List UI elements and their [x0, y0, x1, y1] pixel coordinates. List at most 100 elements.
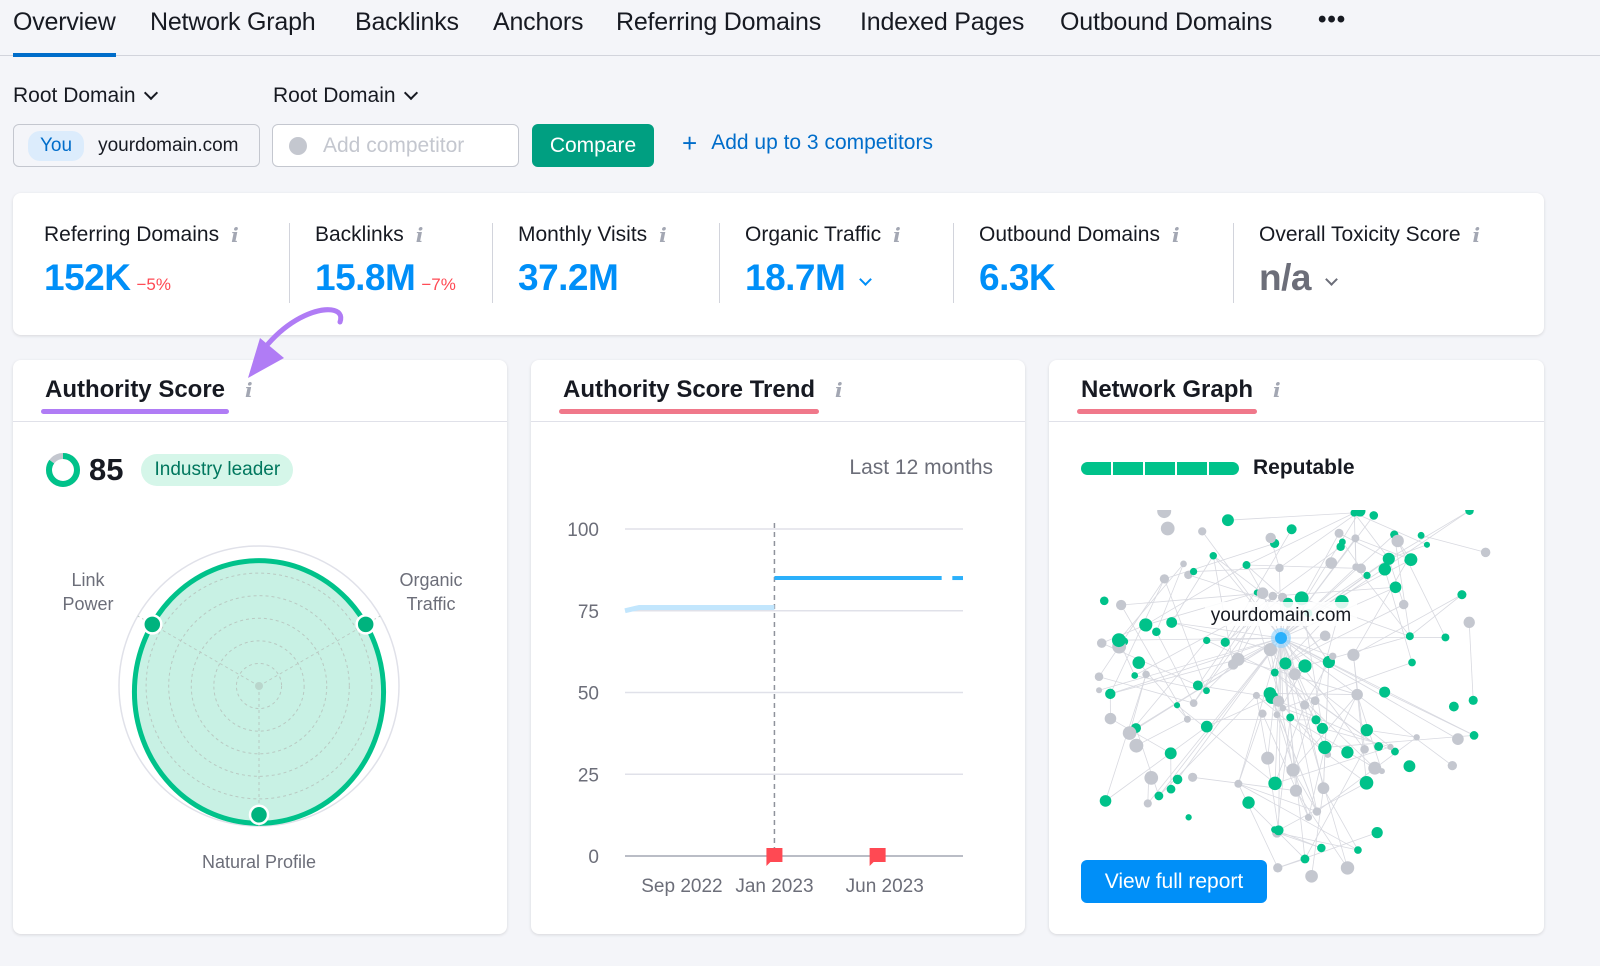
network-node-green	[1111, 633, 1126, 648]
flag-marker-icon	[869, 848, 886, 866]
view-full-report-button[interactable]: View full report	[1081, 860, 1267, 903]
network-node-green	[1378, 563, 1392, 576]
network-edge	[1246, 512, 1355, 566]
card-title: Authority Score Trend	[558, 376, 820, 414]
competitor-input[interactable]	[323, 133, 503, 158]
network-node-green	[1300, 854, 1310, 864]
network-edge	[1468, 622, 1474, 701]
tab-network-graph[interactable]: Network Graph	[150, 8, 316, 37]
info-icon[interactable]: i	[1172, 223, 1180, 247]
tab-overview[interactable]: Overview	[13, 8, 116, 57]
radar-label-natural-profile: Natural Profile	[201, 852, 317, 872]
network-node-green	[1369, 511, 1379, 520]
chevron-down-icon	[1325, 273, 1338, 286]
network-node-gray	[1304, 813, 1313, 821]
network-node-gray	[1258, 709, 1267, 718]
network-node-gray	[1116, 599, 1127, 611]
radar-point-organic-traffic	[355, 614, 376, 635]
network-node-gray	[1234, 779, 1243, 788]
tab-outbound-domains[interactable]: Outbound Domains	[1060, 8, 1272, 37]
network-node-green	[1242, 796, 1255, 809]
authority-trend-chart: 0 25 50 75 100 Sep 2022 Jan 2023 Jun 2023	[567, 520, 963, 897]
metric-delta: −5%	[136, 275, 171, 294]
organic-traffic-dropdown[interactable]: 18.7M	[745, 257, 901, 299]
info-icon[interactable]: i	[659, 223, 667, 247]
toxicity-dropdown[interactable]: n/a	[1259, 257, 1480, 299]
chevron-down-icon	[859, 273, 873, 286]
metric-label: Backlinks	[315, 223, 404, 246]
network-edge	[1237, 713, 1263, 784]
info-icon[interactable]: i	[416, 223, 424, 247]
your-domain-value: yourdomain.com	[98, 134, 239, 156]
more-tabs-icon[interactable]: •••	[1318, 6, 1346, 34]
tab-indexed-pages[interactable]: Indexed Pages	[860, 8, 1024, 37]
metric-value[interactable]: 6.3K	[979, 257, 1056, 299]
x-tick-label: Jan 2023	[735, 876, 813, 897]
network-edges	[1098, 510, 1486, 877]
chevron-down-icon	[143, 85, 158, 101]
network-node-green	[1311, 715, 1321, 725]
metric-backlinks: Backlinks i 15.8M −7%	[315, 223, 456, 299]
info-icon[interactable]: i	[893, 223, 901, 247]
network-node-green	[1316, 722, 1328, 734]
metric-value: n/a	[1259, 257, 1311, 298]
metric-value[interactable]: 37.2M	[518, 257, 619, 299]
add-competitors-link[interactable]: + Add up to 3 competitors	[682, 130, 933, 156]
network-node-green	[1189, 567, 1198, 576]
info-icon[interactable]: i	[231, 223, 239, 247]
network-node-gray	[1319, 630, 1331, 642]
label-line: Traffic	[406, 594, 456, 614]
network-node-gray	[1159, 574, 1170, 584]
info-icon[interactable]: i	[835, 378, 843, 402]
compare-button[interactable]: Compare	[532, 124, 654, 167]
network-node-gray	[1142, 670, 1150, 679]
network-node-gray	[1300, 700, 1310, 710]
you-badge: You	[28, 130, 85, 161]
network-node-gray	[1387, 743, 1394, 751]
network-node-green	[1099, 596, 1109, 606]
metric-label: Monthly Visits	[518, 223, 648, 246]
network-node-green	[1221, 514, 1234, 527]
tab-backlinks[interactable]: Backlinks	[355, 8, 459, 37]
tab-anchors[interactable]: Anchors	[493, 8, 584, 37]
metric-value[interactable]: 152K	[44, 257, 131, 299]
network-node-green	[1363, 571, 1371, 580]
your-domain-field[interactable]: You yourdomain.com	[13, 124, 260, 167]
info-icon[interactable]: i	[1273, 378, 1281, 402]
metric-value[interactable]: 15.8M	[315, 257, 416, 299]
network-graph-visual[interactable]: yourdomain.com	[1049, 510, 1544, 900]
network-edge	[1129, 637, 1282, 734]
network-edge	[1213, 555, 1263, 594]
network-node-green	[1173, 702, 1181, 709]
network-node-gray	[1231, 652, 1245, 666]
network-edge	[1397, 540, 1446, 638]
info-icon[interactable]: i	[1473, 223, 1481, 247]
network-node-green	[1242, 561, 1251, 570]
tab-referring-domains[interactable]: Referring Domains	[616, 8, 821, 37]
scope-dropdown-competitor[interactable]: Root Domain	[273, 84, 418, 108]
network-edge	[1105, 726, 1208, 802]
network-edge	[1280, 637, 1446, 639]
x-tick-label: Sep 2022	[641, 876, 722, 897]
scope-dropdown-you[interactable]: Root Domain	[13, 84, 158, 108]
metric-delta: −7%	[421, 275, 456, 294]
network-edge	[1269, 693, 1358, 695]
network-node-green	[1154, 791, 1164, 801]
network-node-green	[1192, 680, 1203, 691]
network-edge	[1355, 538, 1357, 568]
info-icon[interactable]: i	[245, 378, 253, 402]
network-edge	[1135, 727, 1160, 797]
competitor-field[interactable]	[272, 124, 519, 167]
network-node-green	[1166, 784, 1176, 794]
network-edge	[1354, 512, 1428, 546]
network-node-gray	[1452, 733, 1464, 745]
network-node-gray	[1340, 861, 1355, 875]
label-line: Power	[62, 594, 114, 614]
network-node-gray	[1144, 770, 1159, 785]
network-node-green	[1389, 581, 1402, 594]
network-node-green	[1132, 656, 1146, 669]
network-node-gray	[1325, 557, 1338, 569]
y-tick-label: 75	[578, 602, 599, 623]
label-line: Link	[71, 570, 105, 590]
divider	[492, 223, 493, 303]
